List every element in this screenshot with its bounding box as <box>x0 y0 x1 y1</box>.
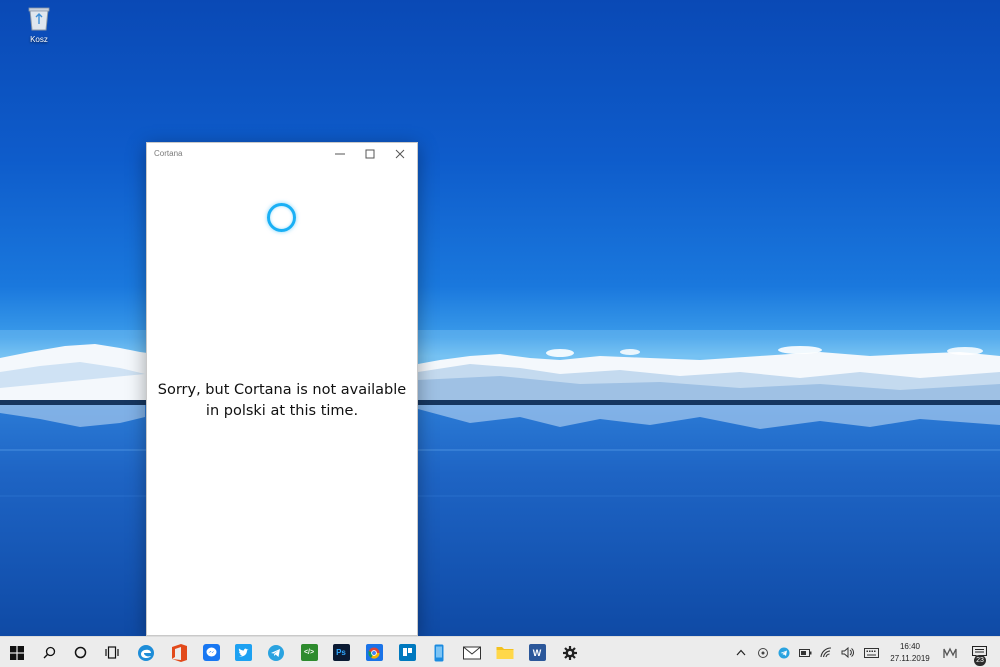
cortana-circle-icon <box>74 646 86 659</box>
keyboard-icon <box>863 647 879 658</box>
taskbar-app-word[interactable]: W <box>522 637 552 667</box>
cortana-ring-icon <box>267 203 296 232</box>
taskbar-app-file-explorer[interactable] <box>490 637 520 667</box>
task-view-icon <box>105 646 119 659</box>
taskbar-app-messenger[interactable] <box>196 637 226 667</box>
battery-icon <box>798 648 811 657</box>
photoshop-icon: Ps <box>332 644 350 661</box>
edge-icon <box>138 644 154 661</box>
desktop-icon-recycle-bin[interactable]: Kosz <box>20 4 58 44</box>
message-line-1: Sorry, but Cortana is not available <box>157 382 407 398</box>
tray-battery-plug[interactable] <box>797 637 813 667</box>
network-sync-icon <box>758 647 768 658</box>
minimize-icon <box>335 153 345 155</box>
notification-count-badge: 23 <box>974 655 986 666</box>
start-button[interactable] <box>0 637 34 667</box>
tray-meet-now[interactable] <box>940 637 960 667</box>
phone-icon <box>434 644 444 661</box>
folder-icon <box>496 647 514 659</box>
messenger-icon <box>202 644 220 661</box>
wifi-icon <box>819 647 831 658</box>
speaker-icon <box>841 647 854 658</box>
taskbar-app-mail[interactable] <box>457 637 487 667</box>
taskbar-app-chrome[interactable] <box>359 637 389 667</box>
desktop-icon-label: Kosz <box>30 35 48 44</box>
close-icon <box>395 149 405 159</box>
chrome-icon <box>365 644 383 661</box>
gear-icon <box>563 645 577 660</box>
trello-icon <box>398 644 416 661</box>
search-button[interactable] <box>34 637 64 667</box>
taskbar-app-edge[interactable] <box>131 637 161 667</box>
task-view-button[interactable] <box>96 637 128 667</box>
cortana-window: Cortana Sorry, but Cortana is not availa… <box>146 142 418 636</box>
taskbar-clock[interactable]: 16:40 27.11.2019 <box>884 641 936 665</box>
tray-wifi[interactable] <box>818 637 834 667</box>
taskbar-app-settings[interactable] <box>555 637 585 667</box>
maximize-button[interactable] <box>355 143 385 165</box>
window-title: Cortana <box>154 149 183 158</box>
unavailable-message: Sorry, but Cortana is not available in p… <box>147 380 417 422</box>
close-button[interactable] <box>385 143 415 165</box>
chevron-up-icon <box>736 649 746 656</box>
tray-network-app[interactable] <box>755 637 771 667</box>
recycle-bin-icon <box>28 7 50 31</box>
taskbar-app-phone[interactable] <box>424 637 454 667</box>
office-icon <box>171 643 187 662</box>
search-icon <box>43 646 55 659</box>
word-icon: W <box>528 644 546 661</box>
telegram-tray-icon <box>778 647 790 658</box>
taskbar: </> Ps W 16:40 27.11.2019 23 <box>0 636 1000 667</box>
taskbar-app-trello[interactable] <box>392 637 422 667</box>
taskbar-app-office[interactable] <box>164 637 194 667</box>
tray-keyboard[interactable] <box>862 637 880 667</box>
tray-telegram[interactable] <box>776 637 792 667</box>
cortana-button[interactable] <box>64 637 96 667</box>
taskbar-app-code-editor[interactable]: </> <box>294 637 324 667</box>
taskbar-app-photoshop[interactable]: Ps <box>326 637 356 667</box>
message-line-2: in polski at this time. <box>205 403 359 419</box>
taskbar-app-telegram[interactable] <box>261 637 291 667</box>
maximize-icon <box>365 149 375 159</box>
monitor-graph-icon <box>943 647 957 658</box>
show-hidden-icons-button[interactable] <box>733 637 749 667</box>
twitter-icon <box>234 644 252 661</box>
clock-time: 16:40 <box>899 642 921 651</box>
code-editor-icon: </> <box>300 644 318 661</box>
tray-volume[interactable] <box>840 637 856 667</box>
mail-icon <box>463 646 481 659</box>
telegram-icon <box>268 644 284 661</box>
taskbar-app-twitter[interactable] <box>228 637 258 667</box>
title-bar[interactable]: Cortana <box>147 143 417 165</box>
minimize-button[interactable] <box>325 143 355 165</box>
windows-logo-icon <box>10 645 24 660</box>
clock-date: 27.11.2019 <box>890 654 930 663</box>
